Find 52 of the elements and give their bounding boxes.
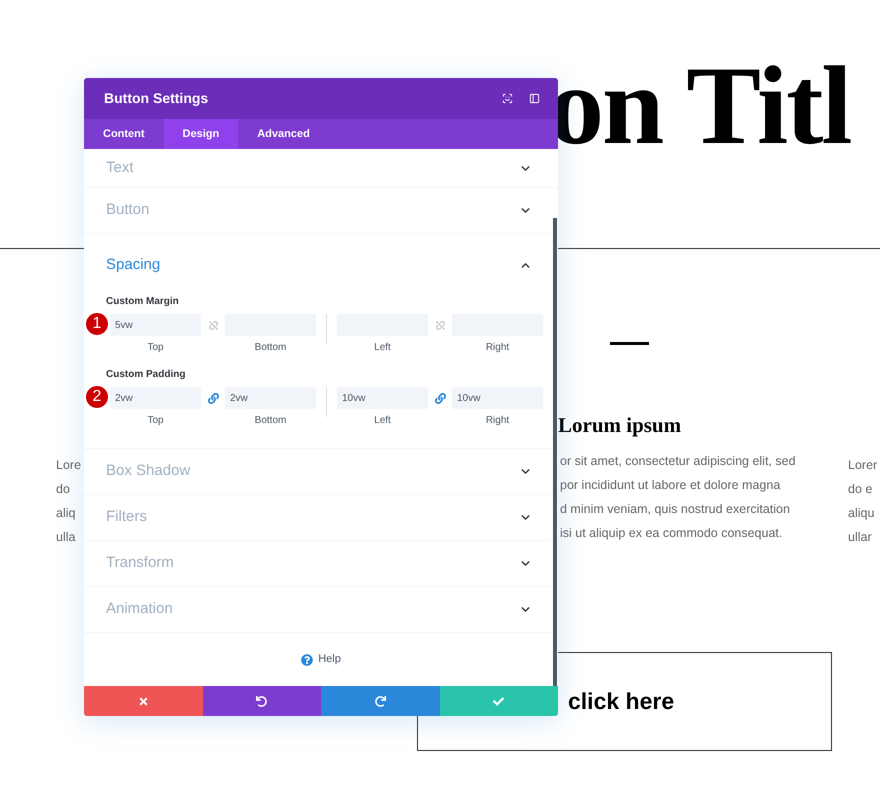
check-icon: [493, 696, 504, 706]
step-badge: 1: [85, 312, 109, 336]
body-text: Lore: [56, 457, 82, 474]
body-text: d minim veniam, quis nostrud exercitation: [560, 501, 791, 518]
field-label: Bottom: [254, 414, 286, 428]
cancel-button[interactable]: [84, 686, 202, 716]
tab[interactable]: Advanced: [238, 119, 329, 149]
body-text: isi ut aliquip ex ea commodo consequat.: [560, 525, 784, 542]
field-label: Bottom: [254, 341, 286, 355]
body-text: ullar: [848, 529, 873, 546]
field-label: Left: [374, 341, 391, 355]
section-header[interactable]: Spacing: [84, 234, 558, 294]
panel-icon[interactable]: [529, 93, 540, 104]
tab[interactable]: Content: [84, 119, 164, 149]
body-text: aliqu: [848, 505, 876, 522]
undo-button[interactable]: [202, 686, 321, 716]
input-field[interactable]: 2vw: [110, 387, 201, 409]
field-label: Top: [147, 341, 164, 355]
group-label: Custom Margin: [105, 295, 180, 309]
body-text: or sit amet, consectetur adipiscing elit, sed: [560, 453, 797, 470]
window-title: Button Settings: [104, 89, 208, 108]
redo-button[interactable]: [321, 686, 440, 716]
field-label: Right: [486, 414, 510, 428]
close-icon: [138, 696, 149, 706]
divider-dash: [610, 342, 649, 345]
help-icon[interactable]: [301, 654, 314, 666]
field-label: Top: [147, 414, 164, 428]
group-label: Custom Padding: [105, 368, 186, 382]
redo-icon: [374, 696, 386, 706]
input-field[interactable]: 5vw: [110, 314, 201, 336]
body-text: aliq: [56, 505, 76, 522]
body-text: por incididunt ut labore et dolore magna: [560, 477, 782, 494]
field-label: Right: [486, 341, 510, 355]
input-field[interactable]: 2vw: [225, 387, 316, 409]
body-text: do: [56, 481, 71, 498]
help-link[interactable]: Help: [318, 651, 341, 668]
body-text: Lorer: [848, 457, 878, 474]
body-text: do e: [848, 481, 874, 498]
step-badge: 2: [85, 385, 109, 409]
body-text: ulla: [56, 529, 76, 546]
link-icon[interactable]: [434, 392, 446, 404]
unlink-icon[interactable]: [208, 320, 218, 330]
tab[interactable]: Design: [164, 119, 238, 149]
field-label: Left: [374, 414, 391, 428]
link-icon[interactable]: [208, 392, 218, 404]
unlink-icon[interactable]: [436, 320, 444, 330]
column-heading: Lorum ipsum: [558, 412, 682, 439]
input-field[interactable]: 10vw: [337, 387, 428, 409]
input-field[interactable]: 10vw: [452, 387, 543, 409]
scrollbar[interactable]: [553, 218, 557, 686]
save-button[interactable]: [440, 686, 558, 716]
undo-icon: [256, 696, 268, 706]
